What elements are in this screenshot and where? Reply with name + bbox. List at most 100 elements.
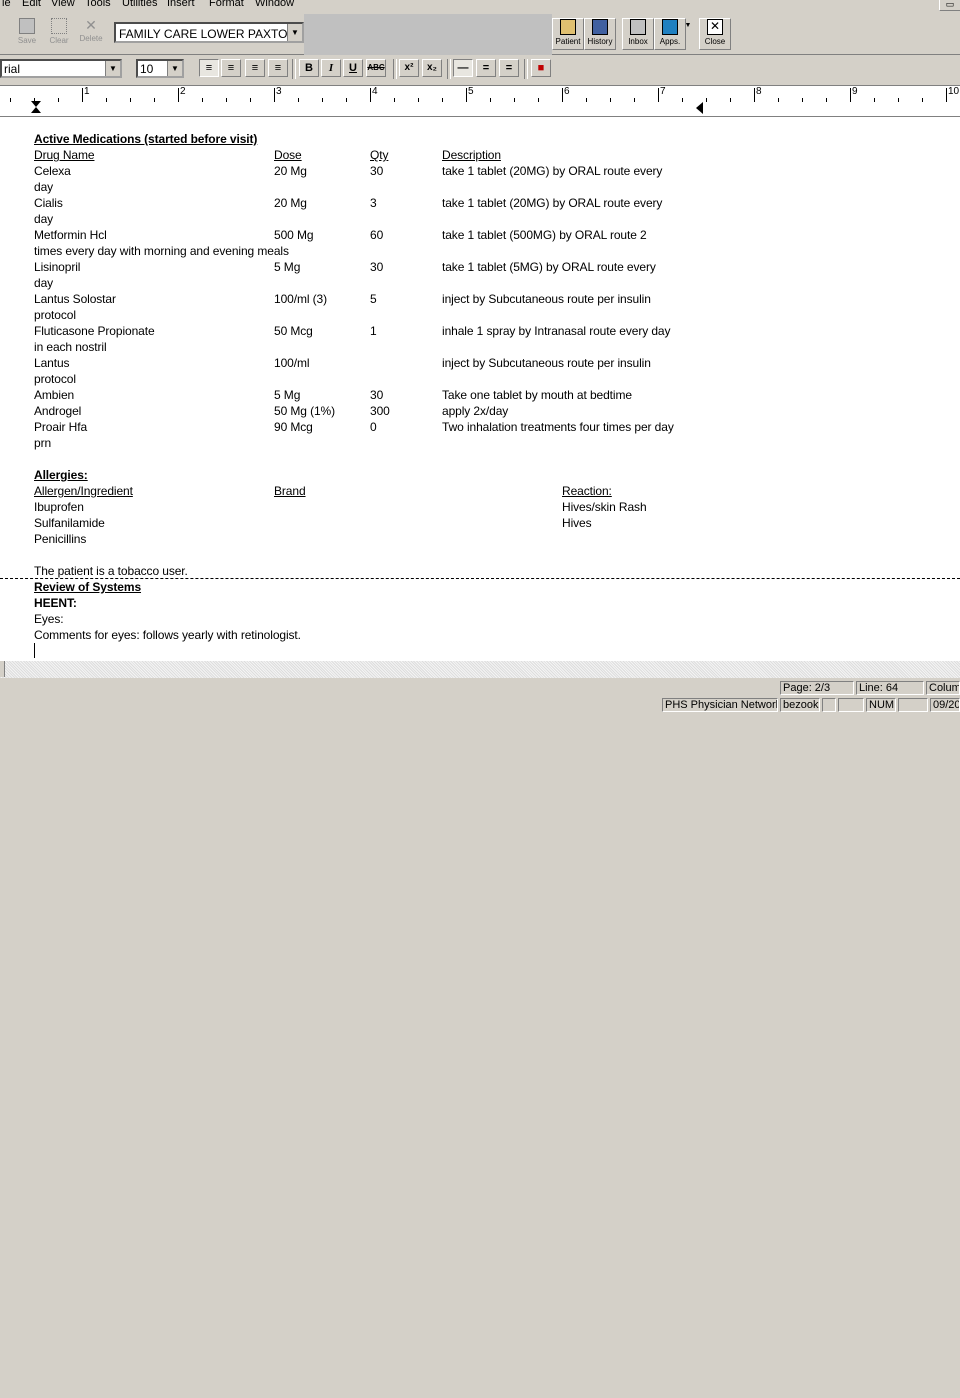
horizontal-scrollbar[interactable] xyxy=(0,660,960,678)
column-indicator: Column xyxy=(926,681,960,695)
med-name: Lisinopril xyxy=(34,260,81,274)
patient-button[interactable]: Patient xyxy=(552,18,584,50)
inbox-button[interactable]: Inbox xyxy=(622,18,654,50)
med-description-cont: day xyxy=(34,180,54,194)
eraser-icon xyxy=(51,18,67,34)
left-indent-marker[interactable] xyxy=(31,107,41,113)
med-description: inject by Subcutaneous route per insulin xyxy=(442,356,651,370)
text-cursor xyxy=(34,643,35,658)
subscript-button[interactable]: x₂ xyxy=(422,59,442,77)
allergen: Sulfanilamide xyxy=(34,516,105,530)
med-dose: 50 Mcg xyxy=(274,324,313,338)
menu-window[interactable]: Window xyxy=(255,0,294,9)
separator xyxy=(292,59,296,79)
med-qty: 30 xyxy=(370,164,384,178)
inbox-icon xyxy=(630,19,646,35)
med-dose: 20 Mg xyxy=(274,164,307,178)
num-lock-indicator: NUM xyxy=(866,698,896,712)
med-dose: 90 Mcg xyxy=(274,420,313,434)
ruler-mark: 10 xyxy=(948,86,960,97)
align-left-icon[interactable]: ≡ xyxy=(199,59,219,77)
ruler: 1 2 3 4 5 6 7 8 9 10 xyxy=(0,86,960,117)
med-qty: 30 xyxy=(370,388,384,402)
apps-button[interactable]: Apps. xyxy=(654,18,686,50)
font-size-select[interactable]: 10 ▼ xyxy=(136,59,184,78)
status-panel xyxy=(898,698,928,712)
page-indicator: Page: 2/3 xyxy=(780,681,854,695)
location-select[interactable]: FAMILY CARE LOWER PAXTON ▼ xyxy=(114,22,304,43)
network-name: PHS Physician Network xyxy=(662,698,778,712)
column-header-qty: Qty xyxy=(370,148,389,162)
history-button[interactable]: History xyxy=(584,18,616,50)
menu-tools[interactable]: Tools xyxy=(85,0,111,9)
column-header-dose: Dose xyxy=(274,148,302,162)
chevron-down-icon[interactable]: ▼ xyxy=(167,61,182,76)
status-panel xyxy=(838,698,864,712)
med-qty: 5 xyxy=(370,292,377,306)
window-restore-icon[interactable]: ▭ xyxy=(939,0,960,11)
med-name: Metformin Hcl xyxy=(34,228,107,242)
menu-file[interactable]: le xyxy=(2,0,11,9)
med-qty: 30 xyxy=(370,260,384,274)
allergen: Ibuprofen xyxy=(34,500,84,514)
underline-button[interactable]: U xyxy=(343,59,363,77)
user-name: bezook xyxy=(780,698,820,712)
med-name: Proair Hfa xyxy=(34,420,88,434)
toolbar-edge-button[interactable] xyxy=(0,18,6,50)
single-spacing-icon[interactable]: — xyxy=(453,59,473,77)
allergies-heading: Allergies: xyxy=(34,468,88,482)
med-description: take 1 tablet (500MG) by ORAL route 2 xyxy=(442,228,647,242)
clear-button[interactable]: Clear xyxy=(44,18,74,50)
save-button[interactable]: Save xyxy=(12,18,42,50)
chevron-down-icon[interactable]: ▼ xyxy=(105,61,120,76)
align-center-icon[interactable]: ≡ xyxy=(221,59,241,77)
med-dose: 20 Mg xyxy=(274,196,307,210)
taskbar-tabs xyxy=(0,1394,960,1398)
apps-dropdown-icon[interactable]: ▼ xyxy=(684,22,692,32)
menu-view[interactable]: View xyxy=(51,0,75,9)
page-break-line xyxy=(0,578,960,579)
chevron-down-icon[interactable]: ▼ xyxy=(287,24,302,41)
italic-button[interactable]: I xyxy=(321,59,341,77)
delete-button[interactable]: ✕ Delete xyxy=(76,18,106,50)
med-name: Celexa xyxy=(34,164,71,178)
med-qty: 300 xyxy=(370,404,390,418)
allergen: Penicillins xyxy=(34,532,87,546)
med-dose: 500 Mg xyxy=(274,228,314,242)
right-indent-marker[interactable] xyxy=(696,102,703,114)
menu-format[interactable]: Format xyxy=(209,0,244,9)
med-name: Ambien xyxy=(34,388,75,402)
align-right-icon[interactable]: ≡ xyxy=(245,59,265,77)
font-family-select[interactable]: rial ▼ xyxy=(0,59,122,78)
column-header-allergen: Allergen/Ingredient xyxy=(34,484,133,498)
justify-icon[interactable]: ≡ xyxy=(268,59,288,77)
ruler-mark: 1 xyxy=(84,86,90,97)
document-editor[interactable]: Active Medications (started before visit… xyxy=(0,117,960,660)
med-name: Lantus xyxy=(34,356,70,370)
bold-button[interactable]: B xyxy=(299,59,319,77)
menu-edit[interactable]: Edit xyxy=(22,0,41,9)
scrollbar-thumb[interactable] xyxy=(0,661,5,677)
double-spacing-icon[interactable]: = xyxy=(499,59,519,77)
text-color-icon[interactable]: ■ xyxy=(531,59,551,77)
close-button[interactable]: ✕ Close xyxy=(699,18,731,50)
ros-heading: Review of Systems xyxy=(34,580,142,594)
superscript-button[interactable]: x² xyxy=(399,59,419,77)
menu-insert[interactable]: Insert xyxy=(167,0,195,9)
med-description: take 1 tablet (20MG) by ORAL route every xyxy=(442,196,663,210)
apps-icon xyxy=(662,19,678,35)
med-name: Fluticasone Propionate xyxy=(34,324,155,338)
column-header-reaction: Reaction: xyxy=(562,484,612,498)
ruler-mark: 6 xyxy=(564,86,570,97)
line-indicator: Line: 64 xyxy=(856,681,924,695)
ruler-mark: 3 xyxy=(276,86,282,97)
med-description: take 1 tablet (5MG) by ORAL route every xyxy=(442,260,656,274)
med-description-cont: day xyxy=(34,276,54,290)
menu-utilities[interactable]: Utilities xyxy=(122,0,157,9)
format-toolbar: rial ▼ 10 ▼ ≡ ≡ ≡ ≡ B I U ABC x² x₂ — = … xyxy=(0,55,960,86)
save-icon xyxy=(19,18,35,34)
strikethrough-button[interactable]: ABC xyxy=(366,59,386,77)
status-panel xyxy=(822,698,836,712)
med-description: take 1 tablet (20MG) by ORAL route every xyxy=(442,164,663,178)
line-spacing-icon[interactable]: = xyxy=(476,59,496,77)
